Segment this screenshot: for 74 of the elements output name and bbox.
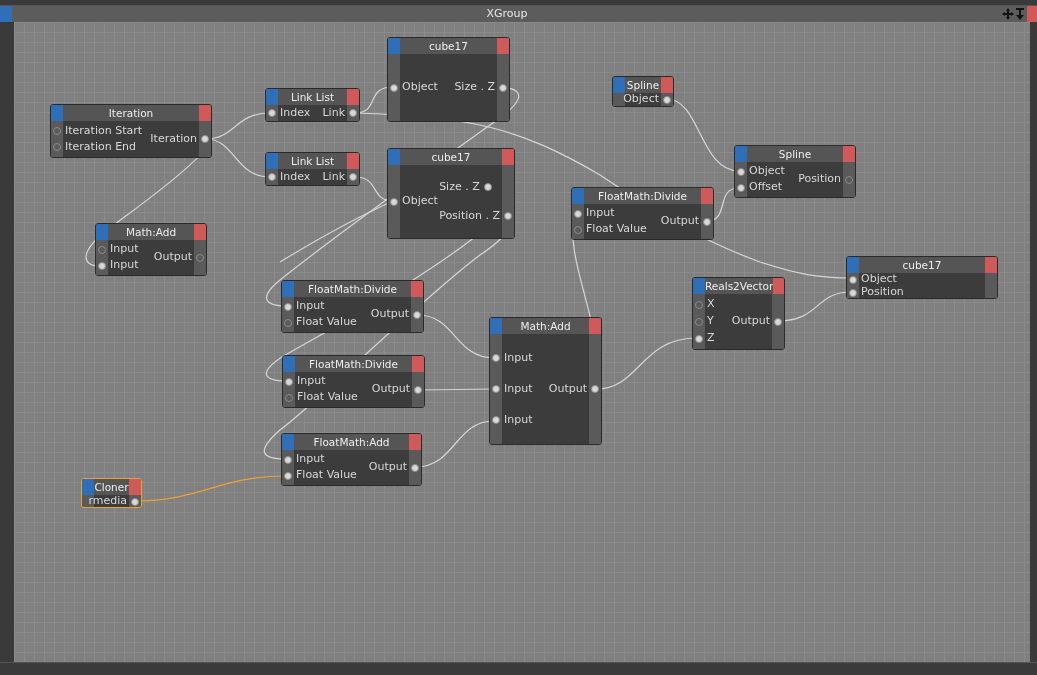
node-card[interactable]: FloatMath:Divide Input Float Value Output <box>282 355 425 408</box>
port-label: Input <box>110 241 139 258</box>
port-label: Size . Z <box>454 79 495 96</box>
node-title: Reals2Vector <box>705 279 774 294</box>
node-title: Spline <box>777 147 813 162</box>
node-card[interactable]: Link List Index Link <box>265 152 360 186</box>
window-title: XGroup <box>485 5 529 22</box>
node-title: Cloner <box>94 480 129 495</box>
port-label: Object <box>402 79 438 96</box>
port-label: Z <box>707 330 715 347</box>
port-label: Object <box>861 271 897 287</box>
port-label: Index <box>280 104 311 121</box>
node-card[interactable]: Math:Add Input Input Output <box>95 223 207 276</box>
port-label: Input <box>296 298 325 315</box>
port-label: Iteration End <box>65 138 137 155</box>
port-label: Object <box>402 193 438 210</box>
port-label: Output <box>153 249 192 266</box>
port-label: Input <box>504 380 533 397</box>
node-card[interactable]: Link List Index Link <box>265 88 360 122</box>
port-label: Output <box>660 213 699 230</box>
port-label: Float Value <box>296 467 357 484</box>
port-label: Input <box>110 257 139 274</box>
port-label: Input <box>296 451 325 468</box>
node-card[interactable]: Spline Object <box>612 76 674 107</box>
port-label: Float Value <box>586 221 647 238</box>
node-title: cube17 <box>901 258 943 273</box>
node-title: cube17 <box>428 39 469 54</box>
port-label: Link <box>322 104 345 121</box>
node-card[interactable]: Spline Object Offset Position <box>734 145 856 198</box>
port-label: Iteration Start <box>65 122 143 139</box>
port-label: X <box>707 296 715 313</box>
node-title: Link List <box>289 90 336 105</box>
port-label: Output <box>368 459 407 476</box>
node-title: FloatMath:Divide <box>308 357 399 372</box>
node-title: Spline <box>625 78 661 93</box>
node-title: Link List <box>289 154 336 169</box>
node-card[interactable]: cube17 Object Position <box>846 256 998 299</box>
port-label: Position <box>861 284 904 298</box>
port-label: Size . Z <box>439 178 480 195</box>
node-title: Math:Add <box>124 225 178 240</box>
port-label: Input <box>297 373 326 390</box>
port-label: Output <box>370 306 409 323</box>
port-label: Link <box>322 168 345 185</box>
node-card[interactable]: Math:Add Input Input Input Output <box>489 317 602 445</box>
node-title: FloatMath:Divide <box>597 189 688 204</box>
port-label: Input <box>504 411 533 428</box>
node-card[interactable]: Reals2Vector X Y Z Output <box>692 277 785 350</box>
node-card[interactable]: cube17 Object Size . Z Position . Z <box>387 148 515 239</box>
node-title: FloatMath:Add <box>312 435 391 450</box>
port-label: Float Value <box>297 389 358 406</box>
port-label: Input <box>586 205 615 222</box>
node-title: FloatMath:Divide <box>307 282 398 297</box>
port-label: Iteration <box>150 130 197 147</box>
port-label: Y <box>707 313 714 330</box>
port-label: Output <box>371 381 410 398</box>
node-title: cube17 <box>430 150 472 165</box>
node-card[interactable]: cube17 Object Size . Z <box>387 37 510 122</box>
node-card[interactable]: FloatMath:Divide Input Float Value Output <box>281 280 424 333</box>
port-label: Float Value <box>296 314 357 331</box>
port-label: Output <box>548 380 587 397</box>
port-label: Object <box>749 163 785 180</box>
port-label: Input <box>504 350 533 366</box>
port-label: Position <box>798 171 841 188</box>
port-label: rmedia <box>88 493 127 507</box>
node-title: Iteration <box>107 106 155 121</box>
node-card[interactable]: Cloner rmedia <box>81 478 142 508</box>
port-label: Offset <box>749 179 783 196</box>
port-label: Output <box>731 313 770 330</box>
port-label: Index <box>280 168 311 185</box>
port-label: Position . Z <box>439 207 500 224</box>
node-card[interactable]: FloatMath:Add Input Float Value Output <box>281 433 422 486</box>
node-title: Math:Add <box>519 319 572 334</box>
node-card[interactable]: FloatMath:Divide Input Float Value Output <box>571 187 714 240</box>
port-label: Object <box>623 91 659 106</box>
